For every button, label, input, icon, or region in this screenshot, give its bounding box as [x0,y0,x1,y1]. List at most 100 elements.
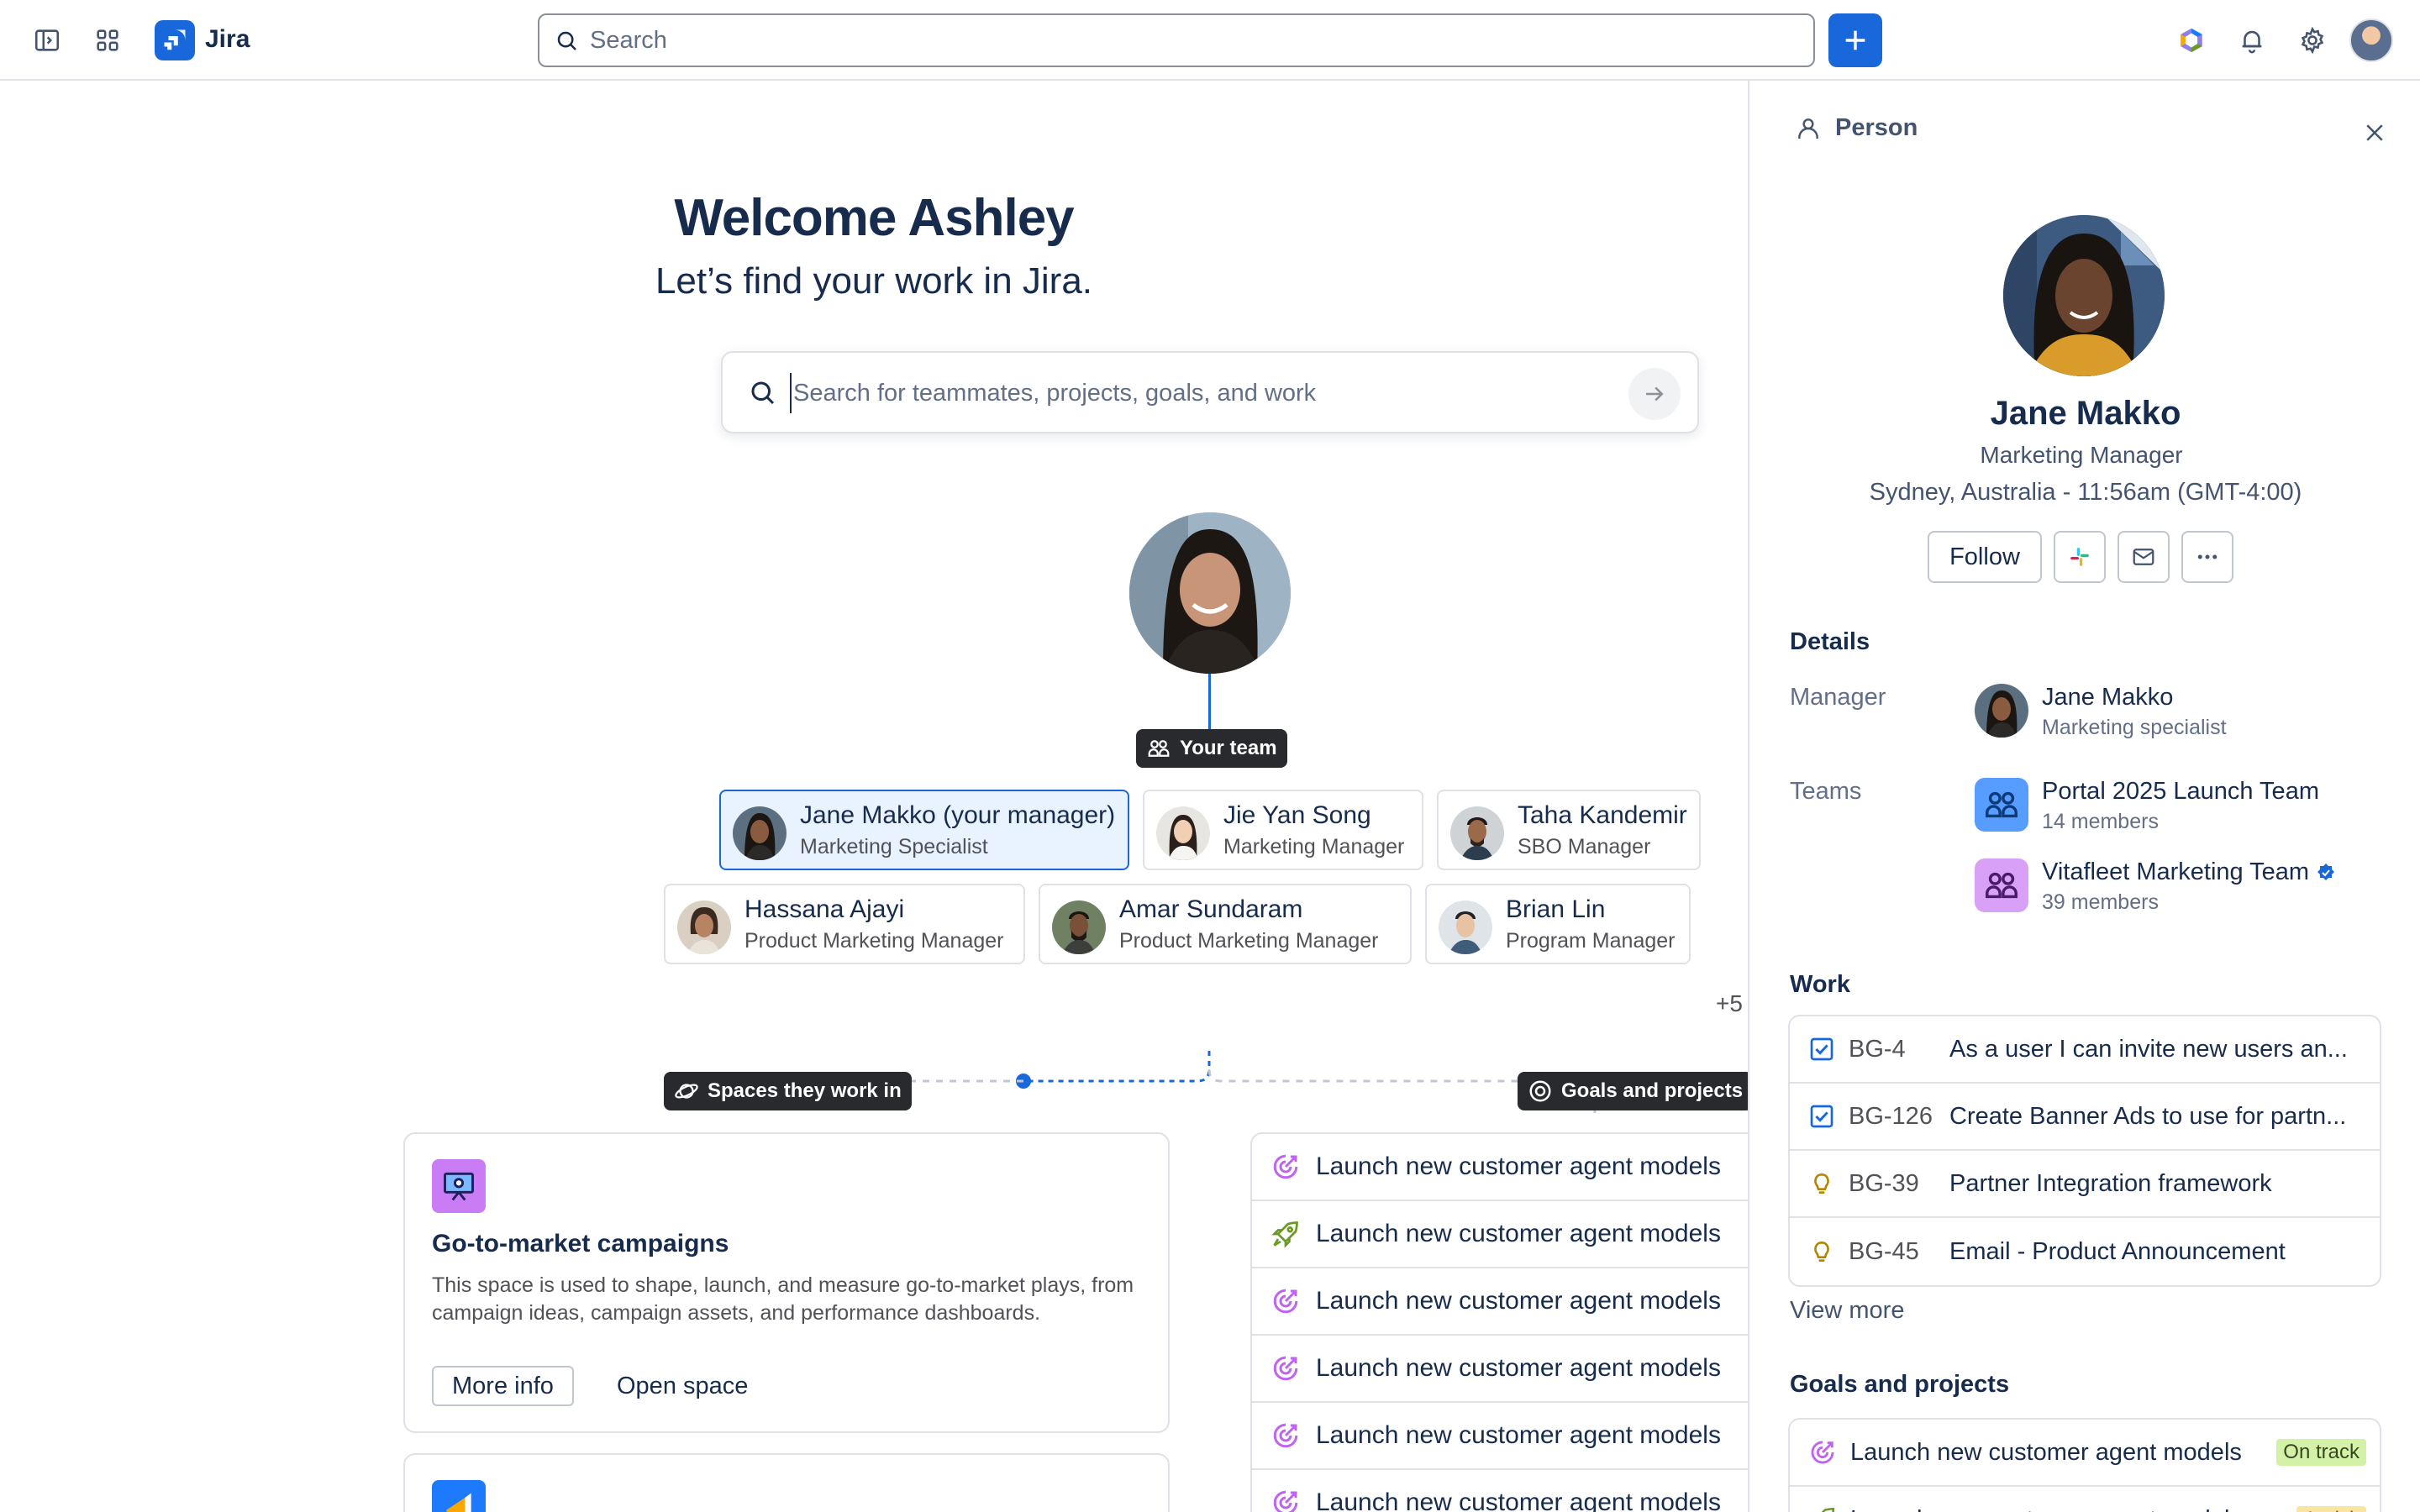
team-member-role: Marketing Manager [1223,835,1405,858]
team-member-card[interactable]: Jie Yan Song Marketing Manager [1143,790,1423,870]
team-member-card[interactable]: Jane Makko (your manager) Marketing Spec… [719,790,1129,870]
spaces-tag: Spaces they work in [664,1072,912,1110]
team-connector-line [1208,674,1211,738]
team-member-card[interactable]: Taha Kandemir SBO Manager [1437,790,1701,870]
top-navigation-bar: Jira [0,0,2420,81]
details-heading: Details [1790,628,1870,655]
close-panel-button[interactable] [2354,113,2395,153]
slack-icon [2070,548,2089,566]
checkbox-task-icon [1810,1105,1833,1128]
person-photo [2003,215,2165,376]
space-card[interactable] [403,1453,1170,1512]
open-space-button[interactable]: Open space [605,1366,760,1406]
team-name-text: Vitafleet Marketing Team [2042,858,2310,885]
person-side-panel: Person Jane Makko Marketing Manager Sydn… [1748,81,2420,1512]
manager-avatar[interactable] [1975,684,2028,738]
work-item-row[interactable]: BG-126 Create Banner Ads to use for partn… [1790,1084,2380,1151]
rocket-icon [1821,1507,1835,1512]
work-item-row[interactable]: BG-4 As a user I can invite new users an.… [1790,1016,2380,1084]
work-item-row[interactable]: BG-39 Partner Integration framework [1790,1151,2380,1218]
user-avatar[interactable] [2349,18,2393,62]
lightbulb-icon [1814,1173,1829,1194]
person-goal-row[interactable]: Launch new customer agent models On track [1790,1420,2380,1487]
goal-icon [1811,1441,1834,1464]
work-item-key: BG-39 [1849,1169,1919,1197]
teammate-search[interactable] [721,351,1699,433]
person-goal-row[interactable]: Launch new customer agent models At risk [1790,1487,2380,1512]
goal-row[interactable]: Launch new customer agent models [1252,1403,1748,1470]
goals-projects-heading: Goals and projects [1790,1371,2010,1398]
people-icon [1148,740,1170,757]
manager-name[interactable]: Jane Makko [2042,684,2173,711]
your-team-tag-label: Your team [1180,737,1277,759]
avatar [1156,806,1210,860]
global-search[interactable] [538,13,1815,67]
rovo-icon[interactable] [2171,20,2212,60]
view-more-link[interactable]: View more [1790,1297,1904,1325]
goal-icon [1273,1356,1298,1381]
team-member-card[interactable]: Brian Lin Program Manager [1425,884,1691,964]
jira-logo-icon[interactable] [155,20,195,60]
more-actions-button[interactable] [2181,531,2233,583]
team-member-role: SBO Manager [1518,835,1651,858]
team-member-card[interactable]: Amar Sundaram Product Marketing Manager [1039,884,1412,964]
goal-icon [1273,1423,1298,1448]
space-card[interactable]: Go-to-market campaigns This space is use… [403,1132,1170,1433]
email-button[interactable] [2118,531,2170,583]
work-item-key: BG-126 [1849,1102,1933,1130]
panel-header: Person [1795,114,1918,142]
team-member-card[interactable]: Hassana Ajayi Product Marketing Manager [664,884,1025,964]
close-icon [2366,124,2383,141]
person-location-time: Sydney, Australia - 11:56am (GMT-4:00) [1869,479,2302,506]
goal-row[interactable]: Launch new customer agent models [1252,1201,1748,1268]
manager-name-text: Jane Makko [2042,684,2174,711]
team-member-role: Product Marketing Manager [1119,929,1379,953]
manager-role: Marketing specialist [2042,716,2227,739]
global-search-input[interactable] [590,22,1783,59]
goal-label: Launch new customer agent models [1316,1488,1721,1512]
more-info-button[interactable]: More info [432,1366,574,1406]
team-name[interactable]: Portal 2025 Launch Team [2042,778,2319,806]
work-item-title: Partner Integration framework [1949,1169,2272,1197]
goal-row[interactable]: Launch new customer agent models [1252,1268,1748,1336]
current-user-photo[interactable] [1129,512,1291,674]
goal-row[interactable]: Launch new customer agent models [1252,1336,1748,1403]
goal-row[interactable]: Launch new customer agent models [1252,1470,1748,1512]
manager-label: Manager [1790,684,1886,711]
more-members-count[interactable]: +5 [1716,990,1743,1017]
person-goals-list: Launch new customer agent models On track… [1788,1418,2381,1512]
app-switcher-icon[interactable] [87,20,128,60]
team-icon [1975,858,2028,912]
app-name[interactable]: Jira [205,25,250,54]
work-item-key: BG-4 [1849,1035,1906,1063]
notifications-bell-icon[interactable] [2232,20,2272,60]
teams-label: Teams [1790,778,1862,805]
team-members-count: 39 members [2042,890,2159,914]
sidebar-toggle-icon[interactable] [27,20,67,60]
team-name-text: Portal 2025 Launch Team [2042,778,2319,805]
slack-button[interactable] [2054,531,2106,583]
goals-list: Launch new customer agent models Launch n… [1250,1132,1748,1512]
teammate-search-input[interactable] [790,373,1613,413]
work-item-title: Create Banner Ads to use for partn... [1949,1102,2347,1130]
follow-button[interactable]: Follow [1928,531,2042,583]
work-heading: Work [1790,971,1850,998]
goal-row[interactable]: Launch new customer agent models [1252,1134,1748,1201]
team-member-role: Product Marketing Manager [744,929,1004,953]
person-role: Marketing Manager [1980,442,2183,468]
avatar [1439,900,1492,954]
create-button[interactable] [1828,13,1882,67]
goal-icon [1273,1289,1298,1314]
search-submit-button[interactable] [1628,368,1681,420]
team-member-name: Taha Kandemir [1518,801,1687,829]
settings-gear-icon[interactable] [2292,20,2333,60]
panel-header-label: Person [1835,114,1918,141]
work-item-title: Email - Product Announcement [1949,1237,2286,1265]
megaphone-icon [432,1480,486,1512]
work-item-row[interactable]: BG-45 Email - Product Announcement [1790,1218,2380,1285]
goal-icon [1273,1154,1298,1179]
status-badge: At risk [2296,1506,2366,1512]
goal-label: Launch new customer agent models [1316,1152,1721,1180]
presentation-board-icon [432,1159,486,1213]
team-name[interactable]: Vitafleet Marketing Team [2042,858,2336,886]
